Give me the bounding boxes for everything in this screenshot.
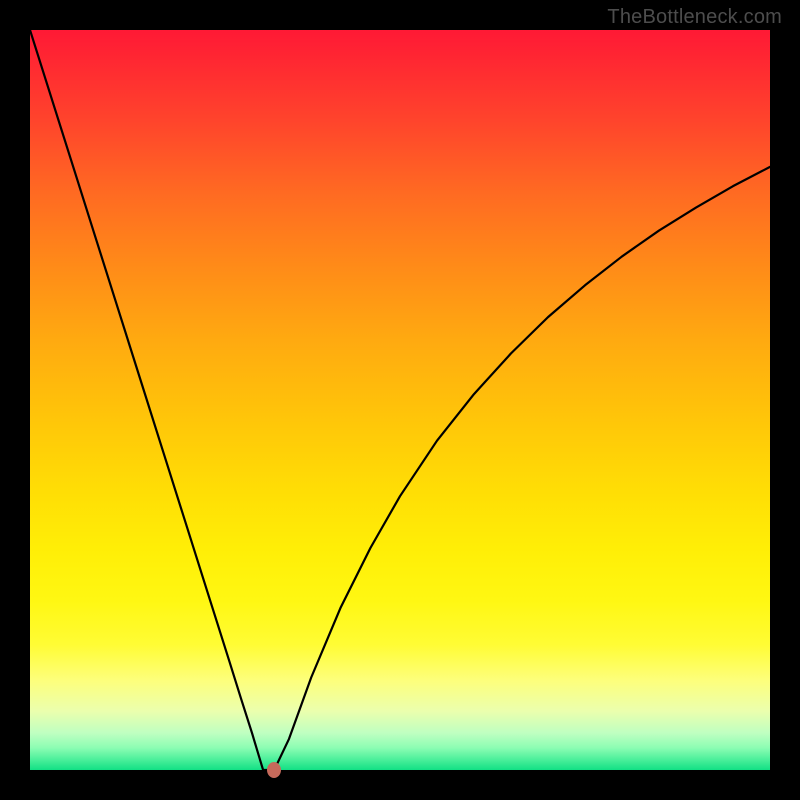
watermark-text: TheBottleneck.com	[607, 6, 782, 29]
plot-area	[30, 30, 770, 770]
optimum-marker	[267, 762, 281, 778]
chart-container: TheBottleneck.com	[0, 0, 800, 800]
bottleneck-curve	[30, 30, 770, 770]
